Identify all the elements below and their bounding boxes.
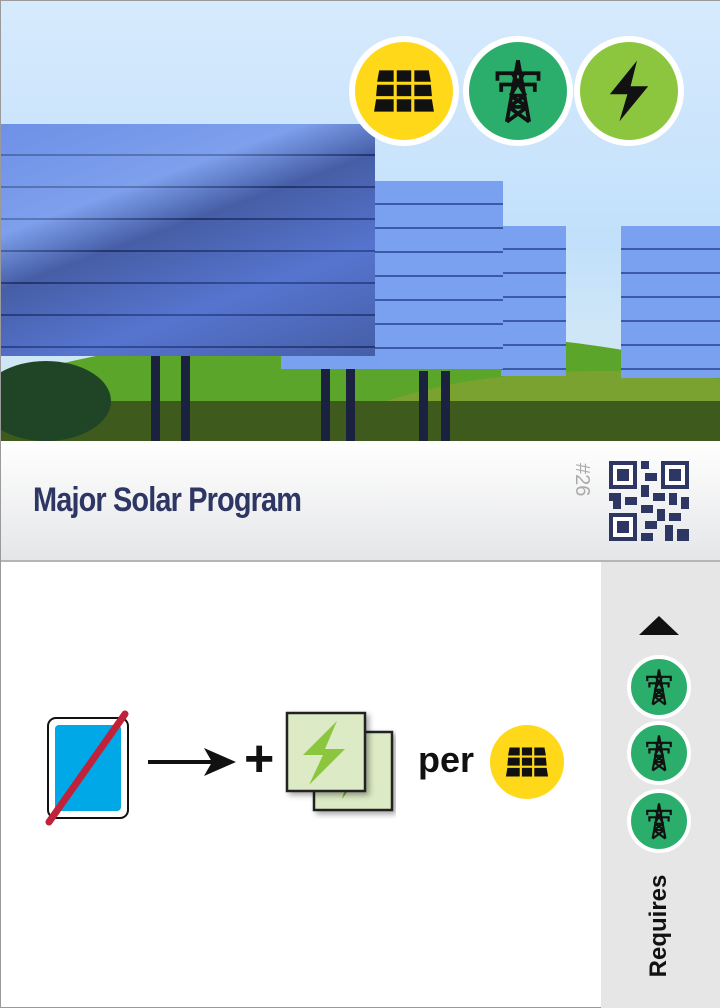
- discard-card-icon: [45, 710, 129, 826]
- card: Major Solar Program #26 Requires + per: [0, 0, 720, 1008]
- required-grid-badge: [627, 721, 691, 785]
- requires-label: Requires: [645, 874, 672, 978]
- card-number: #26: [571, 463, 593, 497]
- solar-count-badge: [490, 725, 564, 799]
- solar-badge: [349, 36, 459, 146]
- grid-badge: [463, 36, 573, 146]
- title-bar: Major Solar Program #26: [1, 441, 720, 562]
- solar-panel-icon: [373, 68, 435, 114]
- power-pylon-icon: [490, 58, 546, 124]
- required-grid-badge: [627, 789, 691, 853]
- power-pylon-icon: [643, 734, 675, 772]
- energy-cards-icon: [285, 711, 394, 812]
- power-pylon-icon: [643, 668, 675, 706]
- arrow-right-icon: [148, 748, 236, 776]
- plus-sign: +: [244, 730, 275, 788]
- required-grid-badge: [627, 655, 691, 719]
- triangle-up-icon: [639, 616, 679, 635]
- qr-code: [609, 461, 689, 541]
- power-pylon-icon: [643, 802, 675, 840]
- per-label: per: [418, 739, 475, 780]
- card-title: Major Solar Program: [33, 481, 302, 519]
- lightning-icon: [605, 59, 653, 123]
- solar-panel-icon: [505, 746, 549, 778]
- energy-badge: [574, 36, 684, 146]
